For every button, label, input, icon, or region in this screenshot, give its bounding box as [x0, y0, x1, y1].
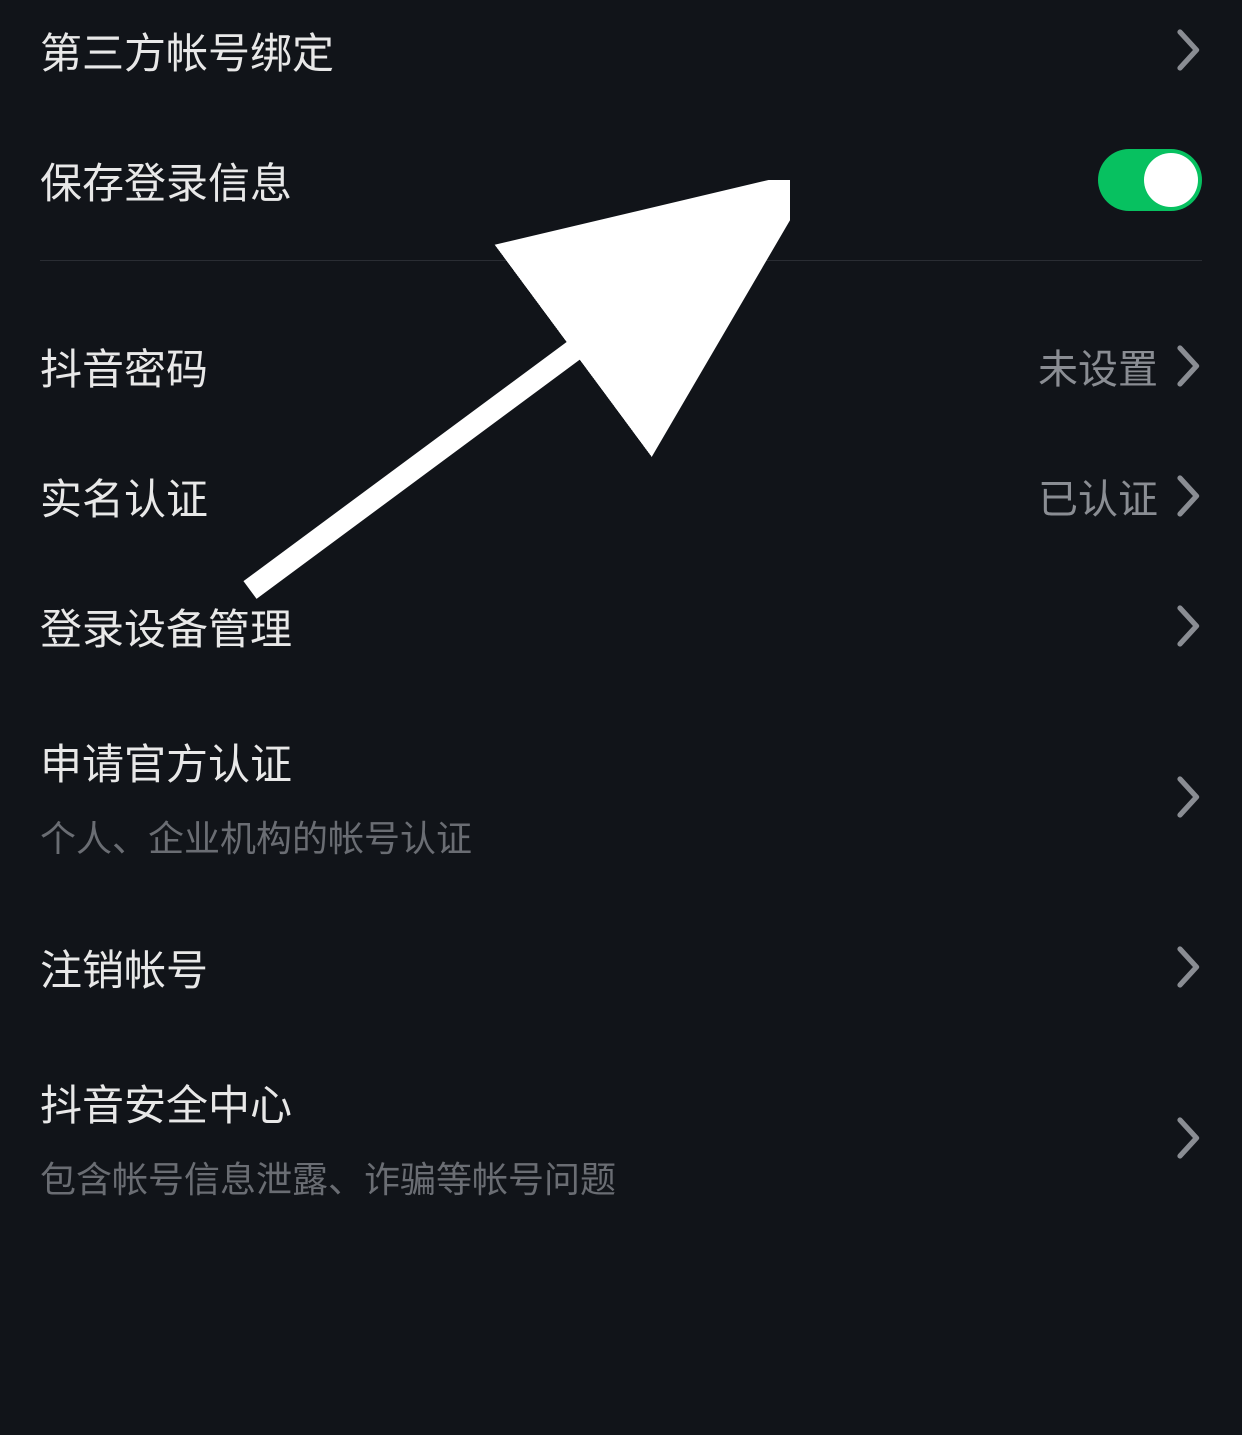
password-label: 抖音密码 — [40, 336, 208, 397]
password-value: 未设置 — [1038, 337, 1158, 395]
security-center-sublabel: 包含帐号信息泄露、诈骗等帐号问题 — [40, 1151, 616, 1203]
device-mgmt-label: 登录设备管理 — [40, 596, 292, 657]
chevron-right-icon — [1176, 1117, 1202, 1159]
third-party-binding-row[interactable]: 第三方帐号绑定 — [0, 0, 1242, 100]
real-name-row[interactable]: 实名认证 已认证 — [0, 431, 1242, 561]
chevron-right-icon — [1176, 345, 1202, 387]
real-name-label: 实名认证 — [40, 466, 208, 527]
device-mgmt-row[interactable]: 登录设备管理 — [0, 561, 1242, 691]
chevron-right-icon — [1176, 29, 1202, 71]
chevron-right-icon — [1176, 605, 1202, 647]
security-center-row[interactable]: 抖音安全中心 包含帐号信息泄露、诈骗等帐号问题 — [0, 1032, 1242, 1243]
save-login-toggle[interactable] — [1098, 149, 1202, 211]
save-login-label: 保存登录信息 — [40, 150, 292, 211]
chevron-right-icon — [1176, 475, 1202, 517]
official-verify-label: 申请官方认证 — [40, 731, 292, 792]
password-row[interactable]: 抖音密码 未设置 — [0, 301, 1242, 431]
delete-account-label: 注销帐号 — [40, 937, 208, 998]
delete-account-row[interactable]: 注销帐号 — [0, 902, 1242, 1032]
chevron-right-icon — [1176, 776, 1202, 818]
chevron-right-icon — [1176, 946, 1202, 988]
settings-list: 第三方帐号绑定 保存登录信息 抖音密码 未设置 实名认证 已认证 — [0, 0, 1242, 1243]
official-verify-sublabel: 个人、企业机构的帐号认证 — [40, 810, 472, 862]
real-name-value: 已认证 — [1038, 467, 1158, 525]
official-verify-row[interactable]: 申请官方认证 个人、企业机构的帐号认证 — [0, 691, 1242, 902]
security-center-label: 抖音安全中心 — [40, 1072, 292, 1133]
save-login-row: 保存登录信息 — [0, 100, 1242, 260]
third-party-binding-label: 第三方帐号绑定 — [40, 20, 334, 81]
